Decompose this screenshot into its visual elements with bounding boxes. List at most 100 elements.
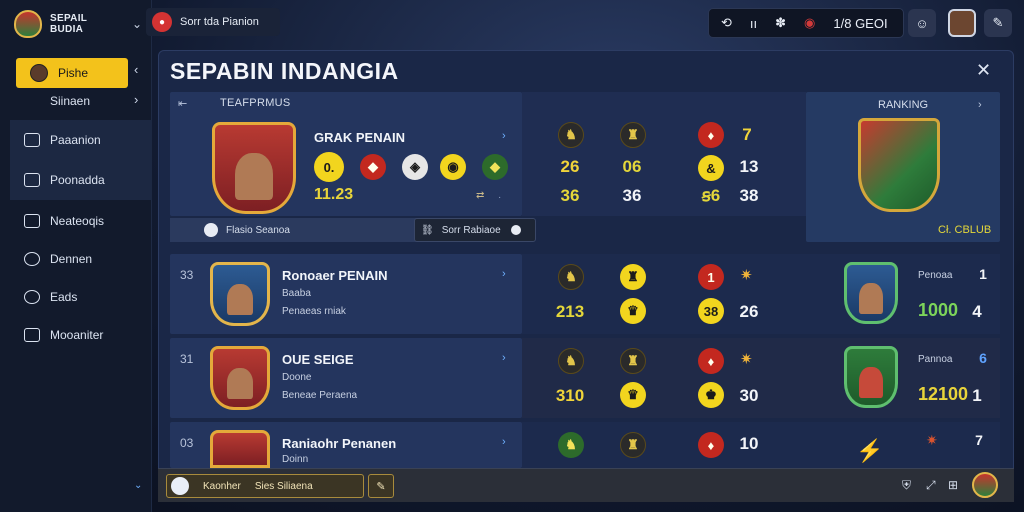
avatar[interactable] (948, 9, 976, 37)
chevron-right-icon[interactable]: › (134, 92, 138, 107)
close-icon[interactable]: ✕ (976, 60, 991, 81)
chevron-down-icon[interactable]: ⌄ (134, 480, 142, 491)
table-row-stats (522, 338, 1000, 418)
sidebar-item-paaanion[interactable]: Paaanion (10, 120, 152, 160)
avatar (171, 477, 189, 495)
stat-value: 10 (739, 434, 759, 453)
monitor-icon (24, 173, 40, 187)
player-score: 11.23 (314, 186, 354, 203)
sidebar-item-siinaen[interactable]: Siinaen (10, 86, 128, 116)
stat-badge: 38 (698, 298, 724, 324)
sidebar-item-label: Poonadda (50, 173, 105, 187)
toggle-switch[interactable]: ⛓ Sorr Rabiaoe (414, 218, 536, 242)
sidebar-item-neateoqis[interactable]: Neateoqis (10, 206, 128, 236)
sidebar-item-eads[interactable]: Eads (10, 282, 128, 312)
ranking-label: RANKING (878, 99, 929, 111)
sidebar-item-dennen[interactable]: Dennen (10, 244, 128, 274)
chevron-left-icon[interactable]: ‹ (134, 62, 138, 77)
stat-value: 310 (555, 386, 585, 405)
chevron-right-icon[interactable]: › (502, 268, 506, 280)
club-badge-icon: ◈ (402, 154, 428, 180)
edit-button[interactable]: ✎ (984, 9, 1012, 37)
side-label: Pannoa (918, 354, 953, 365)
player-name: Raniaohr Penanen (282, 436, 397, 451)
club-value: Cł. CBLUB (938, 224, 992, 236)
chevron-right-icon[interactable]: › (502, 352, 506, 364)
player-position: Doone (282, 372, 312, 383)
sidebar-item-label: Mooaniter (50, 328, 104, 342)
club-crest (844, 346, 898, 408)
side-number: 7 (975, 432, 983, 448)
stat-value: 36 (622, 186, 642, 205)
stat-value: 7 (742, 125, 752, 144)
avatar (30, 64, 48, 82)
stat-value: 26 (560, 157, 580, 176)
star-icon: ✷ (740, 267, 753, 284)
grid-icon[interactable]: ⊞ (948, 478, 958, 492)
more-icon[interactable]: · (498, 192, 501, 203)
back-icon[interactable]: ⇤ (178, 97, 187, 110)
toggle-label: Sorr Rabiaoe (441, 224, 501, 236)
stat-icon: ♚ (698, 382, 724, 408)
stat-icon: ♛ (620, 298, 646, 324)
refresh-icon[interactable]: ⟲ (721, 15, 732, 31)
stat-icon: ♞ (558, 122, 584, 148)
chevron-right-icon[interactable]: › (502, 436, 506, 448)
chevron-right-icon[interactable]: › (978, 99, 982, 111)
filter-label: Flasio Seanoa (226, 224, 290, 236)
search-field[interactable]: Kaonher Sies Siliaena (166, 474, 364, 498)
edit-button[interactable]: ✎ (368, 474, 394, 498)
stat-value: 36 (560, 186, 580, 205)
stat-value: 06 (622, 157, 642, 176)
briefcase-icon (24, 133, 40, 147)
sidebar-item-mooaniter[interactable]: Mooaniter (10, 320, 128, 350)
player-position: Doinn (282, 454, 309, 465)
stat-icon: ♜ (620, 432, 646, 458)
stat-icon: ♦ (698, 432, 724, 458)
side-number: 1 (979, 266, 987, 282)
club-switcher[interactable]: SEPAIL BUDIA ⌄ (14, 8, 142, 40)
row-number: 33 (180, 268, 194, 282)
side-number: 1 (972, 386, 982, 405)
toggle-knob (511, 225, 521, 235)
club-badge-icon: ◆ (482, 154, 508, 180)
star-icon: ✷ (740, 351, 753, 368)
side-label: Penoaa (918, 270, 953, 281)
stat-icon: ♜ (620, 122, 646, 148)
stat-icon: ♦ (698, 122, 724, 148)
stat-value: 38 (739, 186, 759, 205)
calendar-icon (24, 328, 40, 342)
notification-chip[interactable]: ● Sorr tda Pianion (146, 8, 280, 36)
row-number: 03 (180, 436, 194, 450)
sidebar-item-label: Paaanion (50, 133, 101, 147)
stat-icon: & (698, 155, 724, 181)
settings-icon[interactable]: ✽ (775, 15, 786, 31)
club-name: SEPAIL BUDIA (50, 13, 88, 35)
field-label: Kaonher (203, 480, 241, 492)
link-icon: ⛓ (421, 224, 434, 236)
chevron-down-icon: ⌄ (131, 17, 142, 31)
sidebar-item-poonadda[interactable]: Poonadda (10, 160, 152, 200)
stat-value: ꞩ6 (701, 186, 721, 205)
club-crest (844, 262, 898, 324)
badge-icon: ✷ (926, 432, 938, 448)
side-number: 4 (972, 302, 982, 321)
alert-icon: ● (152, 12, 172, 32)
profile-button[interactable]: ☺ (908, 9, 936, 37)
chevron-right-icon[interactable]: › (502, 130, 506, 142)
stat-icon: ♛ (620, 382, 646, 408)
player-portrait (210, 346, 270, 410)
notification-label: Sorr tda Pianion (180, 16, 259, 28)
expand-icon[interactable]: ⤢ (926, 478, 936, 493)
shield-icon[interactable]: ⛨ (902, 478, 911, 493)
page-title: SEPABIN INDANGIA (170, 58, 399, 84)
sidebar-item-pishe[interactable]: Pishe (16, 58, 128, 88)
sidebar-item-label: Eads (50, 290, 78, 304)
club-logo[interactable] (972, 472, 998, 498)
pencil-icon: ✎ (992, 15, 1004, 30)
stat-value: 26 (739, 302, 759, 321)
record-icon: ◉ (804, 15, 816, 30)
section-label: TEAFPRMUS (220, 97, 291, 109)
signal-icon: ıı (749, 15, 758, 31)
user-icon: ☺ (915, 15, 929, 31)
